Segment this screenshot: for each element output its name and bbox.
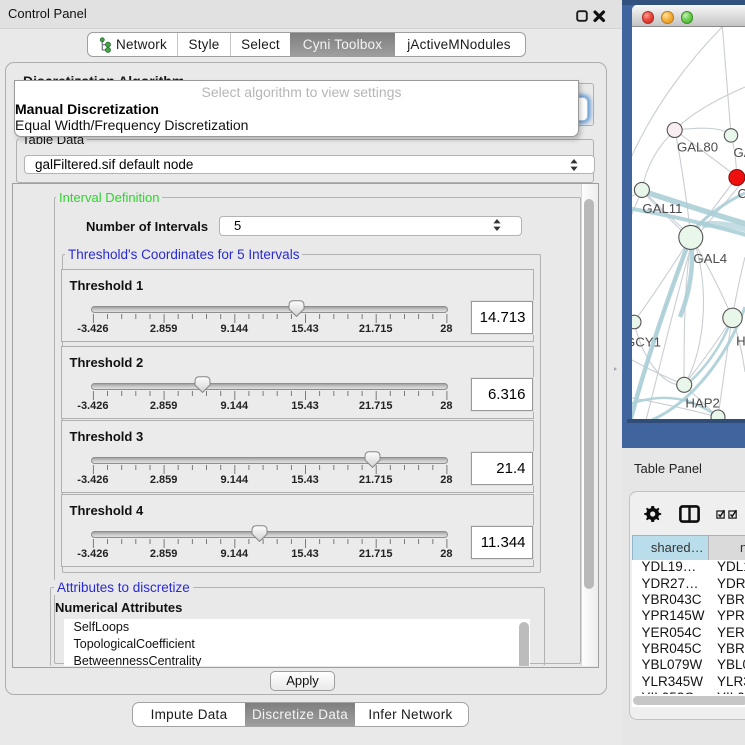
svg-text:GAL11: GAL11 [642,201,682,216]
svg-text:GAL80: GAL80 [677,139,718,154]
svg-text:C: C [738,186,745,201]
svg-text:GA: GA [734,145,745,160]
svg-text:GAL4: GAL4 [693,251,727,266]
svg-text:H: H [736,333,745,348]
svg-text:HAP2: HAP2 [685,395,719,410]
svg-text:GCY1: GCY1 [632,334,661,349]
